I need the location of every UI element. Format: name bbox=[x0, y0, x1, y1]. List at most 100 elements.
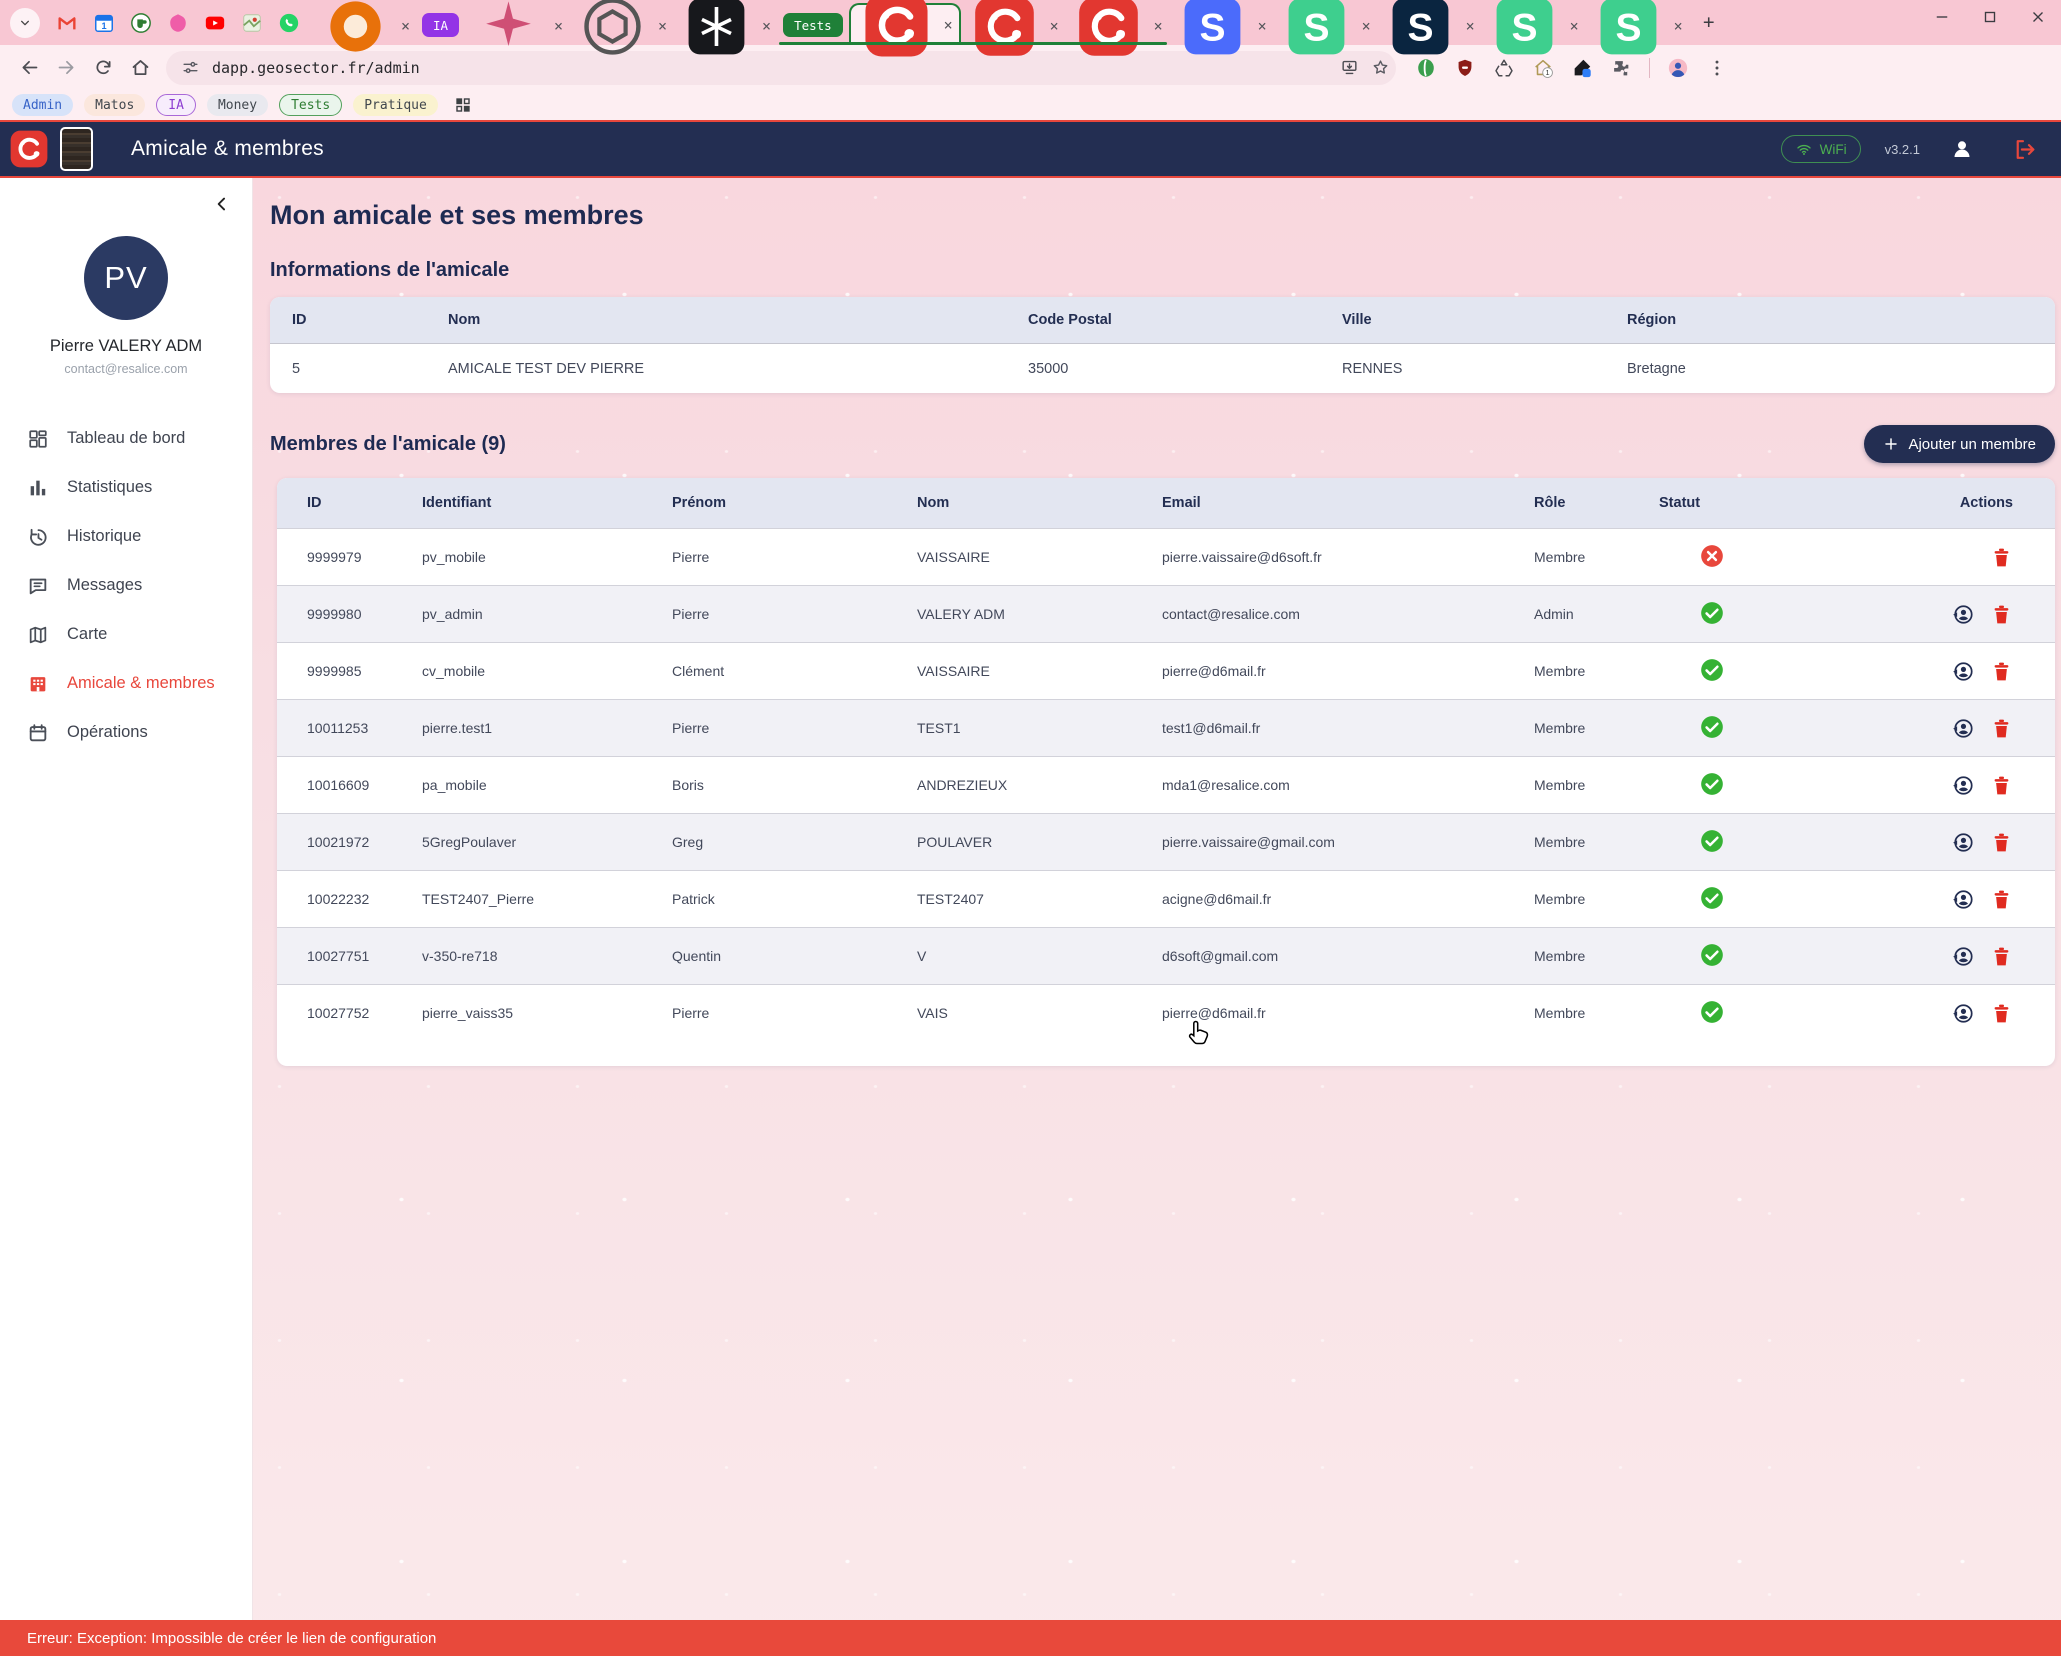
bookmark-star-icon[interactable] bbox=[1371, 58, 1390, 77]
close-tab-icon[interactable]: × bbox=[1466, 17, 1475, 35]
delete-button[interactable] bbox=[1990, 546, 2013, 569]
delete-button[interactable] bbox=[1990, 831, 2013, 854]
bookmark-apps-grid-icon[interactable] bbox=[453, 95, 473, 115]
member-email-cell: pierre@d6mail.fr bbox=[1162, 663, 1534, 679]
bookmark-money[interactable]: Money bbox=[207, 94, 268, 116]
close-tab-icon[interactable]: × bbox=[1258, 17, 1267, 35]
toolbar-divider bbox=[1649, 58, 1650, 78]
svg-text:S: S bbox=[1615, 6, 1641, 49]
impersonate-button[interactable] bbox=[1951, 660, 1974, 683]
close-tab-icon[interactable]: × bbox=[1570, 17, 1579, 35]
wifi-icon bbox=[1795, 140, 1813, 158]
impersonate-button[interactable] bbox=[1951, 774, 1974, 797]
browser-tab-active[interactable]: GeoSec× bbox=[849, 3, 961, 45]
url-text: dapp.geosector.fr/admin bbox=[212, 59, 1328, 77]
delete-button[interactable] bbox=[1990, 945, 2013, 968]
browser-tab[interactable]: STermin× bbox=[1169, 7, 1273, 45]
sidebar-item-tableau-de-bord[interactable]: Tableau de bord bbox=[0, 414, 252, 463]
close-tab-icon[interactable]: × bbox=[401, 17, 410, 35]
extension-shield-icon[interactable] bbox=[1454, 57, 1476, 79]
site-info-icon[interactable] bbox=[181, 58, 200, 77]
add-member-button[interactable]: Ajouter un membre bbox=[1864, 425, 2055, 463]
delete-button[interactable] bbox=[1990, 603, 2013, 626]
info-cell: 35000 bbox=[1028, 361, 1342, 377]
extension-pen-icon[interactable] bbox=[1571, 57, 1593, 79]
wifi-status-badge: WiFi bbox=[1781, 135, 1861, 163]
user-icon[interactable] bbox=[1950, 137, 1974, 161]
impersonate-button[interactable] bbox=[1951, 717, 1974, 740]
tab-group-pill-ia[interactable]: IA bbox=[422, 13, 459, 37]
profile-avatar[interactable] bbox=[1667, 57, 1689, 79]
sidebar-item-statistiques[interactable]: Statistiques bbox=[0, 463, 252, 512]
close-tab-icon[interactable]: × bbox=[944, 16, 953, 34]
back-button[interactable] bbox=[12, 51, 46, 85]
maximize-button[interactable] bbox=[1981, 8, 1999, 26]
bookmark-matos[interactable]: Matos bbox=[84, 94, 145, 116]
delete-button[interactable] bbox=[1990, 717, 2013, 740]
browser-tab[interactable]: SDocume× bbox=[1273, 7, 1377, 45]
bookmark-admin[interactable]: Admin bbox=[12, 94, 73, 116]
sidebar-item-carte[interactable]: Carte bbox=[0, 610, 252, 659]
tab-group-pill-tests[interactable]: Tests bbox=[783, 13, 843, 37]
sidebar-item-op-rations[interactable]: Opérations bbox=[0, 708, 252, 757]
pinned-tab-pink-app[interactable] bbox=[167, 12, 189, 34]
status-active-icon bbox=[1699, 942, 1725, 968]
reload-button[interactable] bbox=[86, 51, 120, 85]
browser-tab[interactable]: New Ta× bbox=[312, 7, 416, 45]
new-tab-button[interactable]: + bbox=[1695, 8, 1723, 36]
logout-icon[interactable] bbox=[2012, 137, 2037, 162]
bookmark-tests[interactable]: Tests bbox=[279, 94, 342, 116]
forward-button[interactable] bbox=[49, 51, 83, 85]
close-tab-icon[interactable]: × bbox=[554, 17, 563, 35]
browser-tab[interactable]: SDocume× bbox=[1481, 7, 1585, 45]
pinned-tab-youtube[interactable] bbox=[204, 12, 226, 34]
extensions-puzzle-icon[interactable] bbox=[1610, 57, 1632, 79]
delete-button[interactable] bbox=[1990, 660, 2013, 683]
pinned-tab-calendar[interactable]: 1 bbox=[93, 12, 115, 34]
pinned-tab-gmail[interactable] bbox=[56, 12, 78, 34]
pinned-tab-whatsapp[interactable] bbox=[278, 12, 300, 34]
mouse-cursor bbox=[1186, 1016, 1212, 1046]
delete-button[interactable] bbox=[1990, 1002, 2013, 1025]
impersonate-button[interactable] bbox=[1951, 888, 1974, 911]
sidebar-item-messages[interactable]: Messages bbox=[0, 561, 252, 610]
browser-tab[interactable]: GeoSec× bbox=[961, 7, 1065, 45]
extension-home-badge-icon[interactable]: 1 bbox=[1532, 57, 1554, 79]
tab-search-button[interactable] bbox=[10, 8, 40, 38]
install-icon[interactable] bbox=[1340, 58, 1359, 77]
close-tab-icon[interactable]: × bbox=[1050, 17, 1059, 35]
browser-tab[interactable]: SExempl× bbox=[1585, 7, 1689, 45]
impersonate-button[interactable] bbox=[1951, 1002, 1974, 1025]
sidebar-collapse-icon[interactable] bbox=[212, 194, 232, 214]
browser-tab[interactable]: GeoSec× bbox=[1065, 7, 1169, 45]
impersonate-button[interactable] bbox=[1951, 603, 1974, 626]
browser-tab[interactable]: SVG to× bbox=[465, 7, 569, 45]
delete-button[interactable] bbox=[1990, 888, 2013, 911]
pinned-tab-maps-app[interactable] bbox=[241, 12, 263, 34]
home-button[interactable] bbox=[123, 51, 157, 85]
close-tab-icon[interactable]: × bbox=[658, 17, 667, 35]
close-tab-icon[interactable]: × bbox=[762, 17, 771, 35]
impersonate-button[interactable] bbox=[1951, 945, 1974, 968]
sidebar-item-historique[interactable]: Historique bbox=[0, 512, 252, 561]
bookmark-ia[interactable]: IA bbox=[156, 94, 196, 116]
browser-tab[interactable]: Perple× bbox=[673, 7, 777, 45]
delete-button[interactable] bbox=[1990, 774, 2013, 797]
close-window-button[interactable] bbox=[2029, 8, 2047, 26]
close-tab-icon[interactable]: × bbox=[1362, 17, 1371, 35]
browser-tab[interactable]: ChatGP× bbox=[569, 7, 673, 45]
browser-tab[interactable]: SStripe× bbox=[1377, 7, 1481, 45]
close-tab-icon[interactable]: × bbox=[1154, 17, 1163, 35]
svg-text:S: S bbox=[1199, 6, 1225, 49]
close-tab-icon[interactable]: × bbox=[1674, 17, 1683, 35]
status-active-icon bbox=[1699, 714, 1725, 740]
extension-recycle-icon[interactable] bbox=[1493, 57, 1515, 79]
extension-green-icon[interactable] bbox=[1415, 57, 1437, 79]
status-active-icon bbox=[1699, 600, 1725, 626]
sidebar-item-amicale-membres[interactable]: Amicale & membres bbox=[0, 659, 252, 708]
impersonate-button[interactable] bbox=[1951, 831, 1974, 854]
browser-menu-icon[interactable] bbox=[1706, 57, 1728, 79]
pinned-tab-green-app[interactable] bbox=[130, 12, 152, 34]
bookmark-pratique[interactable]: Pratique bbox=[353, 94, 438, 116]
minimize-button[interactable] bbox=[1933, 8, 1951, 26]
